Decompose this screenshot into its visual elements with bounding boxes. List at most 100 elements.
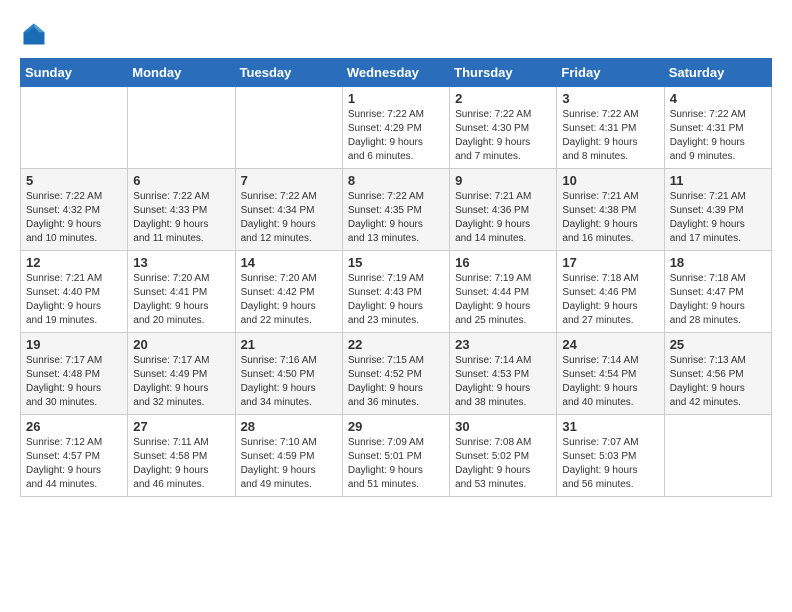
day-info: Sunrise: 7:22 AM Sunset: 4:33 PM Dayligh… [133, 190, 229, 246]
day-info: Sunrise: 7:21 AM Sunset: 4:39 PM Dayligh… [670, 190, 766, 246]
weekday-header-monday: Monday [128, 59, 235, 87]
calendar-week-1: 1 Sunrise: 7:22 AM Sunset: 4:29 PM Daylig… [21, 87, 772, 169]
day-info: Sunrise: 7:20 AM Sunset: 4:41 PM Dayligh… [133, 272, 229, 328]
day-info: Sunrise: 7:10 AM Sunset: 4:59 PM Dayligh… [241, 436, 337, 492]
calendar-cell: 1 Sunrise: 7:22 AM Sunset: 4:29 PM Daylig… [342, 87, 449, 169]
day-info: Sunrise: 7:17 AM Sunset: 4:48 PM Dayligh… [26, 354, 122, 410]
day-info: Sunrise: 7:22 AM Sunset: 4:31 PM Dayligh… [562, 108, 658, 164]
day-info: Sunrise: 7:12 AM Sunset: 4:57 PM Dayligh… [26, 436, 122, 492]
day-info: Sunrise: 7:20 AM Sunset: 4:42 PM Dayligh… [241, 272, 337, 328]
day-info: Sunrise: 7:22 AM Sunset: 4:34 PM Dayligh… [241, 190, 337, 246]
day-number: 20 [133, 337, 229, 352]
calendar-week-2: 5 Sunrise: 7:22 AM Sunset: 4:32 PM Daylig… [21, 169, 772, 251]
day-info: Sunrise: 7:09 AM Sunset: 5:01 PM Dayligh… [348, 436, 444, 492]
calendar-cell: 17 Sunrise: 7:18 AM Sunset: 4:46 PM Dayli… [557, 251, 664, 333]
calendar-cell: 21 Sunrise: 7:16 AM Sunset: 4:50 PM Dayli… [235, 333, 342, 415]
calendar-cell: 13 Sunrise: 7:20 AM Sunset: 4:41 PM Dayli… [128, 251, 235, 333]
calendar-body: 1 Sunrise: 7:22 AM Sunset: 4:29 PM Daylig… [21, 87, 772, 497]
calendar-week-5: 26 Sunrise: 7:12 AM Sunset: 4:57 PM Dayli… [21, 415, 772, 497]
calendar-cell [128, 87, 235, 169]
calendar-cell: 30 Sunrise: 7:08 AM Sunset: 5:02 PM Dayli… [450, 415, 557, 497]
weekday-header-wednesday: Wednesday [342, 59, 449, 87]
day-number: 14 [241, 255, 337, 270]
calendar-cell: 20 Sunrise: 7:17 AM Sunset: 4:49 PM Dayli… [128, 333, 235, 415]
day-number: 18 [670, 255, 766, 270]
weekday-header-sunday: Sunday [21, 59, 128, 87]
calendar-cell: 8 Sunrise: 7:22 AM Sunset: 4:35 PM Daylig… [342, 169, 449, 251]
logo [20, 20, 52, 48]
calendar-cell: 7 Sunrise: 7:22 AM Sunset: 4:34 PM Daylig… [235, 169, 342, 251]
calendar-cell: 6 Sunrise: 7:22 AM Sunset: 4:33 PM Daylig… [128, 169, 235, 251]
day-info: Sunrise: 7:17 AM Sunset: 4:49 PM Dayligh… [133, 354, 229, 410]
day-number: 9 [455, 173, 551, 188]
calendar-table: SundayMondayTuesdayWednesdayThursdayFrid… [20, 58, 772, 497]
day-number: 24 [562, 337, 658, 352]
day-info: Sunrise: 7:11 AM Sunset: 4:58 PM Dayligh… [133, 436, 229, 492]
day-number: 31 [562, 419, 658, 434]
calendar-header: SundayMondayTuesdayWednesdayThursdayFrid… [21, 59, 772, 87]
day-number: 30 [455, 419, 551, 434]
day-info: Sunrise: 7:08 AM Sunset: 5:02 PM Dayligh… [455, 436, 551, 492]
calendar-cell [21, 87, 128, 169]
day-info: Sunrise: 7:14 AM Sunset: 4:53 PM Dayligh… [455, 354, 551, 410]
day-number: 3 [562, 91, 658, 106]
calendar-cell: 23 Sunrise: 7:14 AM Sunset: 4:53 PM Dayli… [450, 333, 557, 415]
day-info: Sunrise: 7:16 AM Sunset: 4:50 PM Dayligh… [241, 354, 337, 410]
day-number: 28 [241, 419, 337, 434]
day-number: 7 [241, 173, 337, 188]
day-info: Sunrise: 7:18 AM Sunset: 4:46 PM Dayligh… [562, 272, 658, 328]
day-number: 26 [26, 419, 122, 434]
calendar-cell: 29Sunrise: 7:09 AM Sunset: 5:01 PM Dayli… [342, 415, 449, 497]
day-number: 10 [562, 173, 658, 188]
calendar-cell: 19 Sunrise: 7:17 AM Sunset: 4:48 PM Dayli… [21, 333, 128, 415]
calendar-cell: 27Sunrise: 7:11 AM Sunset: 4:58 PM Dayli… [128, 415, 235, 497]
calendar-cell: 2Sunrise: 7:22 AM Sunset: 4:30 PM Daylig… [450, 87, 557, 169]
calendar-cell: 26 Sunrise: 7:12 AM Sunset: 4:57 PM Dayli… [21, 415, 128, 497]
day-number: 15 [348, 255, 444, 270]
day-info: Sunrise: 7:07 AM Sunset: 5:03 PM Dayligh… [562, 436, 658, 492]
calendar-week-3: 12 Sunrise: 7:21 AM Sunset: 4:40 PM Dayli… [21, 251, 772, 333]
day-number: 17 [562, 255, 658, 270]
day-info: Sunrise: 7:14 AM Sunset: 4:54 PM Dayligh… [562, 354, 658, 410]
calendar-cell: 15 Sunrise: 7:19 AM Sunset: 4:43 PM Dayli… [342, 251, 449, 333]
day-number: 21 [241, 337, 337, 352]
day-info: Sunrise: 7:22 AM Sunset: 4:35 PM Dayligh… [348, 190, 444, 246]
weekday-header-tuesday: Tuesday [235, 59, 342, 87]
logo-icon [20, 20, 48, 48]
day-info: Sunrise: 7:22 AM Sunset: 4:30 PM Dayligh… [455, 108, 551, 164]
day-info: Sunrise: 7:21 AM Sunset: 4:40 PM Dayligh… [26, 272, 122, 328]
day-number: 16 [455, 255, 551, 270]
day-number: 8 [348, 173, 444, 188]
day-number: 1 [348, 91, 444, 106]
day-info: Sunrise: 7:22 AM Sunset: 4:29 PM Dayligh… [348, 108, 444, 164]
calendar-cell: 31 Sunrise: 7:07 AM Sunset: 5:03 PM Dayli… [557, 415, 664, 497]
calendar-cell: 11 Sunrise: 7:21 AM Sunset: 4:39 PM Dayli… [664, 169, 771, 251]
day-info: Sunrise: 7:22 AM Sunset: 4:31 PM Dayligh… [670, 108, 766, 164]
day-number: 11 [670, 173, 766, 188]
day-info: Sunrise: 7:21 AM Sunset: 4:36 PM Dayligh… [455, 190, 551, 246]
calendar-cell: 12 Sunrise: 7:21 AM Sunset: 4:40 PM Dayli… [21, 251, 128, 333]
day-number: 19 [26, 337, 122, 352]
day-number: 23 [455, 337, 551, 352]
day-info: Sunrise: 7:19 AM Sunset: 4:43 PM Dayligh… [348, 272, 444, 328]
day-number: 13 [133, 255, 229, 270]
day-number: 22 [348, 337, 444, 352]
day-number: 5 [26, 173, 122, 188]
day-info: Sunrise: 7:22 AM Sunset: 4:32 PM Dayligh… [26, 190, 122, 246]
day-number: 6 [133, 173, 229, 188]
calendar-week-4: 19 Sunrise: 7:17 AM Sunset: 4:48 PM Dayli… [21, 333, 772, 415]
page-header [20, 20, 772, 48]
weekday-header-saturday: Saturday [664, 59, 771, 87]
day-info: Sunrise: 7:19 AM Sunset: 4:44 PM Dayligh… [455, 272, 551, 328]
day-info: Sunrise: 7:15 AM Sunset: 4:52 PM Dayligh… [348, 354, 444, 410]
calendar-cell: 10 Sunrise: 7:21 AM Sunset: 4:38 PM Dayli… [557, 169, 664, 251]
calendar-cell: 18 Sunrise: 7:18 AM Sunset: 4:47 PM Dayli… [664, 251, 771, 333]
day-number: 12 [26, 255, 122, 270]
calendar-cell: 24 Sunrise: 7:14 AM Sunset: 4:54 PM Dayli… [557, 333, 664, 415]
calendar-cell [235, 87, 342, 169]
day-info: Sunrise: 7:21 AM Sunset: 4:38 PM Dayligh… [562, 190, 658, 246]
calendar-cell: 25Sunrise: 7:13 AM Sunset: 4:56 PM Dayli… [664, 333, 771, 415]
weekday-header-row: SundayMondayTuesdayWednesdayThursdayFrid… [21, 59, 772, 87]
day-info: Sunrise: 7:18 AM Sunset: 4:47 PM Dayligh… [670, 272, 766, 328]
calendar-cell: 28 Sunrise: 7:10 AM Sunset: 4:59 PM Dayli… [235, 415, 342, 497]
